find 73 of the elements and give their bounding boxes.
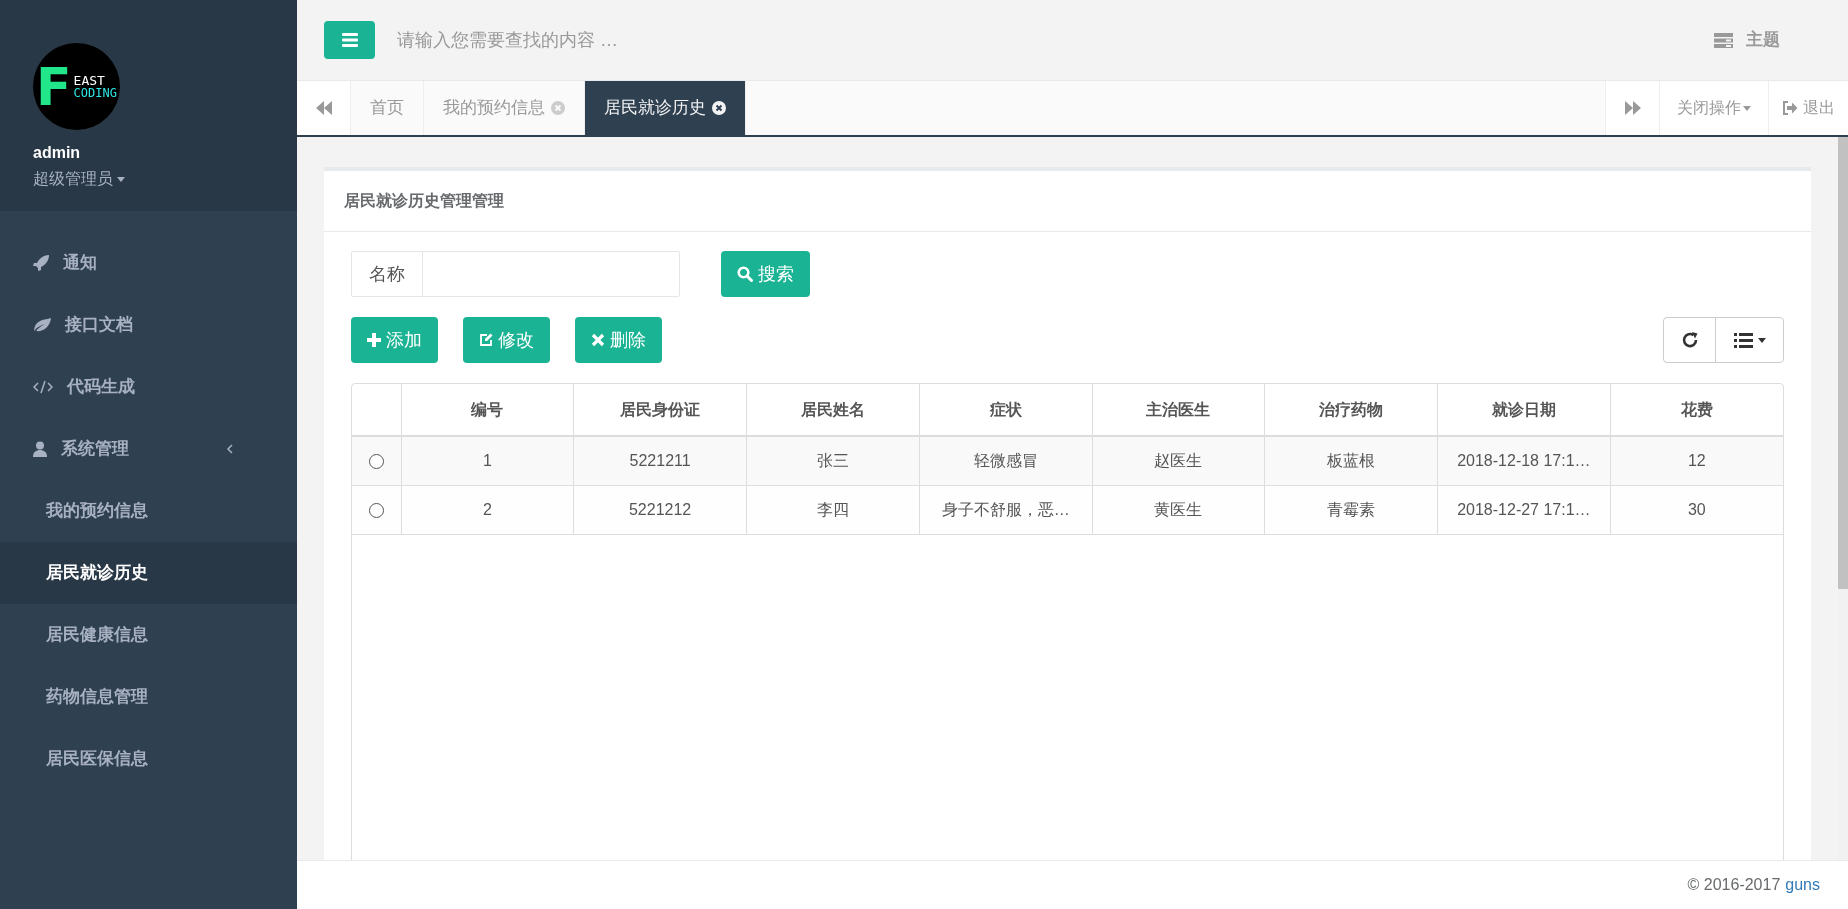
double-left-arrow-icon — [315, 101, 332, 115]
refresh-icon — [1680, 331, 1699, 349]
sidebar-subitem[interactable]: 居民健康信息 — [0, 604, 297, 666]
table-cell: 李四 — [746, 485, 920, 534]
table-cell: 板蓝根 — [1264, 436, 1438, 485]
table-cell: 12 — [1610, 436, 1783, 485]
table-cell: 青霉素 — [1264, 485, 1438, 534]
table-cell: 黄医生 — [1092, 485, 1265, 534]
sign-out-icon — [1782, 101, 1798, 115]
scroll-right-button[interactable] — [1605, 81, 1659, 135]
column-header[interactable]: 治疗药物 — [1264, 384, 1438, 436]
tab[interactable]: 居民就诊历史 — [585, 81, 746, 135]
logout-button[interactable]: 退出 — [1768, 81, 1848, 135]
table-cell: 2018-12-18 17:1… — [1437, 436, 1611, 485]
edit-icon — [479, 333, 493, 347]
menu-button[interactable] — [324, 21, 375, 59]
sidebar-item[interactable]: 接口文档 — [0, 294, 297, 356]
column-header[interactable]: 居民身份证 — [573, 384, 747, 436]
column-header[interactable]: 就诊日期 — [1437, 384, 1611, 436]
column-header[interactable]: 花费 — [1610, 384, 1783, 436]
sidebar-subitem[interactable]: 居民就诊历史 — [0, 542, 297, 604]
tab[interactable]: 首页 — [351, 81, 424, 135]
cross-icon — [591, 333, 605, 347]
guns-link[interactable]: guns — [1785, 873, 1820, 897]
rocket-icon — [33, 255, 49, 271]
radio-button[interactable] — [368, 502, 384, 518]
theme-button[interactable]: 主题 — [1714, 27, 1780, 53]
user-icon — [33, 441, 47, 457]
theme-icon — [1714, 32, 1733, 48]
table-cell: 5221211 — [573, 436, 747, 485]
scroll-left-button[interactable] — [297, 81, 351, 135]
close-operations-dropdown[interactable]: 关闭操作 — [1659, 81, 1768, 135]
sidebar-subitem[interactable]: 居民医保信息 — [0, 728, 297, 790]
double-right-arrow-icon — [1624, 101, 1641, 115]
column-header[interactable]: 居民姓名 — [746, 384, 920, 436]
edit-button[interactable]: 修改 — [463, 317, 550, 363]
table-cell: 轻微感冒 — [919, 436, 1092, 485]
table-cell: 5221212 — [573, 485, 747, 534]
table-cell: 2 — [401, 485, 574, 534]
column-header[interactable]: 主治医生 — [1092, 384, 1265, 436]
table-cell: 2018-12-27 17:1… — [1437, 485, 1611, 534]
user-name: admin — [33, 143, 82, 163]
role-dropdown[interactable]: 超级管理员 — [33, 167, 125, 191]
sidebar-subitem[interactable]: 我的预约信息 — [0, 480, 297, 542]
name-filter-field[interactable]: 名称 — [351, 251, 680, 297]
caret-icon — [117, 176, 125, 182]
sidebar-item[interactable]: 代码生成 — [0, 356, 297, 418]
table-cell: 身子不舒服，恶… — [919, 485, 1092, 534]
leaf-icon — [33, 318, 51, 332]
search-button[interactable]: 搜索 — [721, 251, 810, 297]
search-field[interactable]: 请输入您需要查找的内容 … — [397, 26, 897, 54]
plus-icon — [367, 333, 381, 347]
table-cell: 张三 — [746, 436, 920, 485]
close-icon[interactable] — [712, 101, 726, 115]
list-icon — [1733, 332, 1753, 348]
sidebar-subitem[interactable]: 药物信息管理 — [0, 666, 297, 728]
table-cell: 30 — [1610, 485, 1783, 534]
delete-button[interactable]: 删除 — [575, 317, 662, 363]
code-icon — [33, 380, 53, 394]
caret-icon — [1757, 337, 1766, 343]
menu-icon — [341, 33, 358, 47]
add-button[interactable]: 添加 — [351, 317, 438, 363]
column-header[interactable]: 编号 — [401, 384, 574, 436]
sidebar-item[interactable]: 通知 — [0, 232, 297, 294]
search-icon — [737, 266, 753, 282]
column-header[interactable]: 症状 — [919, 384, 1092, 436]
copyright-text: © 2016-2017 — [1687, 875, 1781, 895]
table-cell: 赵医生 — [1092, 436, 1265, 485]
panel-title: 居民就诊历史管理管理 — [344, 191, 504, 211]
sidebar-item[interactable]: 系统管理 — [0, 418, 297, 480]
table-cell: 1 — [401, 436, 574, 485]
radio-button[interactable] — [368, 454, 384, 469]
caret-icon — [1743, 105, 1751, 111]
